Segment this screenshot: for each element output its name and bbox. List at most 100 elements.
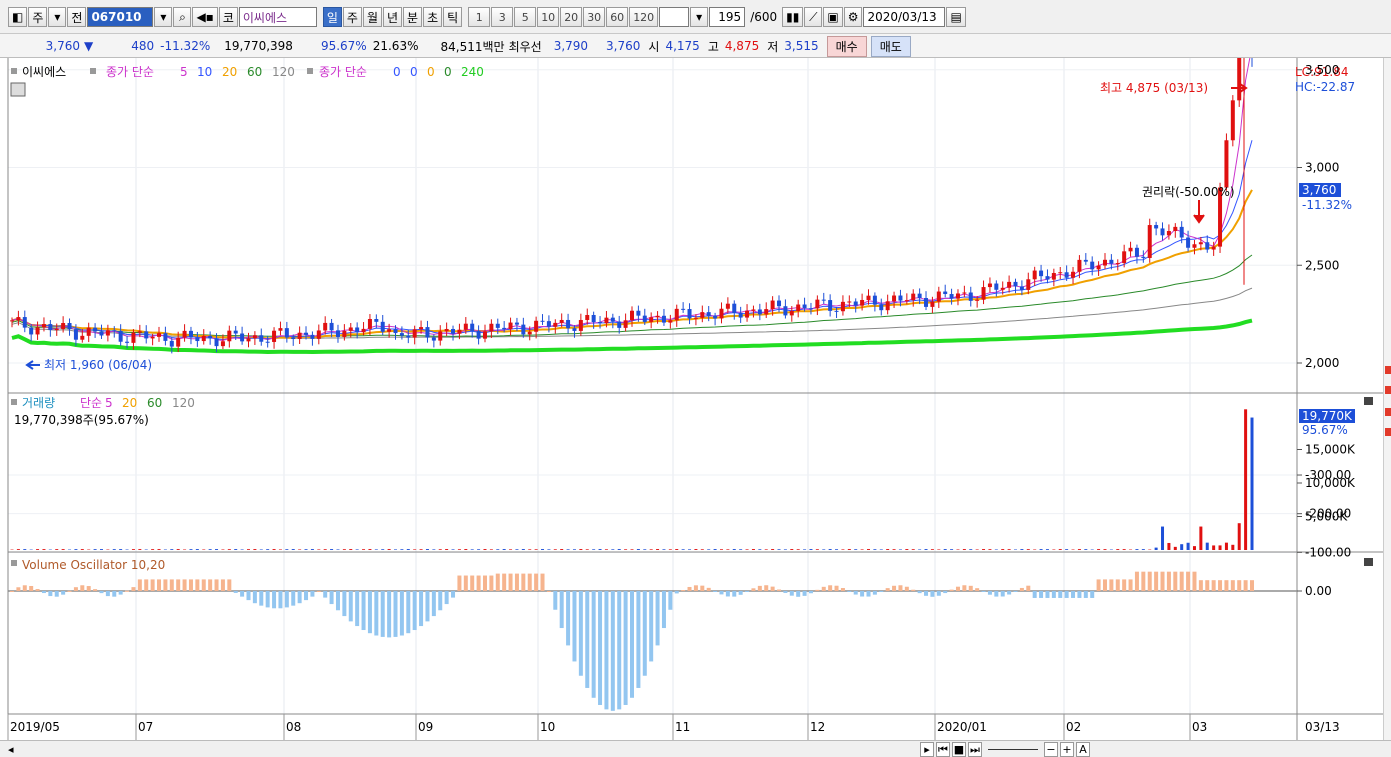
candle bbox=[316, 330, 321, 339]
volume-bar bbox=[61, 549, 65, 550]
save-icon[interactable]: ▣ bbox=[823, 7, 843, 27]
calendar-icon[interactable]: ▤ bbox=[946, 7, 966, 27]
period-button[interactable]: 주 bbox=[342, 7, 362, 27]
table-icon[interactable] bbox=[10, 82, 26, 97]
period-button[interactable]: 분 bbox=[403, 7, 423, 27]
stock-code-input[interactable]: 067010 bbox=[87, 7, 154, 27]
volume-bar bbox=[521, 549, 525, 550]
first-icon[interactable]: ⏮ bbox=[936, 742, 950, 757]
candle bbox=[1198, 242, 1203, 245]
interval-button[interactable]: 120 bbox=[629, 7, 659, 27]
stock-name-field[interactable]: 이씨에스 bbox=[238, 7, 317, 27]
period-button[interactable]: 초 bbox=[423, 7, 443, 27]
volume-bar bbox=[23, 549, 27, 550]
line-tool-icon[interactable]: ⟋ bbox=[804, 7, 823, 27]
oscillator-bar bbox=[1115, 579, 1120, 591]
interval-dropdown-icon[interactable]: ▾ bbox=[690, 7, 709, 27]
interval-button[interactable]: 5 bbox=[514, 7, 537, 27]
candle bbox=[860, 299, 865, 306]
candle bbox=[457, 329, 462, 334]
volume-bar bbox=[771, 549, 775, 550]
volume-bar bbox=[1192, 546, 1196, 550]
period-button[interactable]: 월 bbox=[362, 7, 382, 27]
volume-tag-text: 19,770K bbox=[1302, 409, 1353, 423]
interval-button[interactable]: 3 bbox=[491, 7, 514, 27]
scroll-left-icon[interactable]: ◂ bbox=[8, 743, 14, 756]
oscillator-bar bbox=[1007, 591, 1012, 595]
candle bbox=[1224, 140, 1229, 188]
market-button[interactable]: 코 bbox=[218, 7, 238, 27]
volume-bar bbox=[969, 549, 973, 550]
legend-item: 10 bbox=[197, 65, 212, 79]
volume-bar bbox=[208, 549, 212, 550]
oscillator-bar bbox=[157, 579, 162, 591]
buy-button[interactable]: 매수 bbox=[826, 35, 867, 57]
date-input[interactable]: 2020/03/13 bbox=[863, 7, 946, 27]
dropdown-icon[interactable]: ▾ bbox=[48, 7, 67, 27]
volume-bar bbox=[815, 549, 819, 550]
zoom-out-icon[interactable]: − bbox=[1044, 742, 1058, 757]
candle bbox=[994, 283, 999, 290]
candle bbox=[789, 310, 794, 316]
oscillator-bar bbox=[227, 579, 232, 591]
candle bbox=[904, 300, 909, 302]
candle bbox=[693, 317, 698, 319]
gear-icon[interactable]: ⚙ bbox=[843, 7, 863, 27]
last-icon[interactable]: ⏭ bbox=[968, 742, 982, 757]
speaker-icon[interactable]: ◀▪ bbox=[192, 7, 218, 27]
sell-button[interactable]: 매도 bbox=[870, 35, 911, 57]
toolbar: ◧ 주 ▾ 전 067010 ▾ ⌕ ◀▪ 코 이씨에스 일주월년분초틱 135… bbox=[0, 0, 1391, 34]
candle bbox=[930, 301, 935, 307]
oscillator-bar bbox=[885, 588, 890, 591]
interval-button[interactable]: 30 bbox=[583, 7, 606, 27]
right-side-panel bbox=[1383, 58, 1391, 740]
volume-bar bbox=[764, 549, 768, 550]
chart-compare-icon[interactable]: ▮▮ bbox=[782, 7, 804, 27]
volume-bar bbox=[1077, 549, 1081, 550]
chart-scrollbar[interactable]: ◂ ▸ ⏮ ■ ⏭ − + A bbox=[0, 740, 1391, 757]
oscillator-bar bbox=[872, 591, 877, 595]
oscillator-bar bbox=[943, 591, 948, 594]
interval-input[interactable] bbox=[659, 7, 690, 27]
oscillator-bar bbox=[105, 591, 110, 597]
oscillator-bar bbox=[1205, 580, 1210, 591]
interval-button[interactable]: 1 bbox=[468, 7, 491, 27]
volume-pane-close-icon[interactable] bbox=[1364, 397, 1373, 405]
stock-type-button[interactable]: 주 bbox=[28, 7, 48, 27]
interval-button[interactable]: 60 bbox=[606, 7, 629, 27]
oscillator-bar bbox=[272, 591, 277, 609]
zoom-slider[interactable] bbox=[988, 749, 1038, 750]
interval-button[interactable]: 10 bbox=[537, 7, 560, 27]
oscillator-bar bbox=[1173, 571, 1178, 591]
candle bbox=[808, 308, 813, 310]
chart-area[interactable]: 이씨에스 종가 단순 5 10 20 60 120 종가 단순 0 0 0 0 240 LC:91.8… bbox=[0, 58, 1383, 740]
period-button[interactable]: 일 bbox=[322, 7, 342, 27]
navigation-tools: ▸ ⏮ ■ ⏭ − + A bbox=[920, 741, 1090, 757]
candle bbox=[840, 301, 845, 312]
count-input[interactable]: 195 bbox=[709, 7, 746, 27]
font-icon[interactable]: A bbox=[1076, 742, 1090, 757]
play-icon[interactable]: ▸ bbox=[920, 742, 934, 757]
chart-type-button[interactable]: ◧ bbox=[8, 7, 28, 27]
oscillator-bar bbox=[278, 591, 283, 609]
volume-bar bbox=[374, 549, 378, 550]
oscillator-bar bbox=[617, 591, 622, 710]
candle bbox=[374, 319, 379, 322]
oscillator-pane-close-icon[interactable] bbox=[1364, 558, 1373, 566]
period-button[interactable]: 년 bbox=[383, 7, 403, 27]
period-button[interactable]: 틱 bbox=[443, 7, 463, 27]
oscillator-bar bbox=[431, 591, 436, 617]
zoom-in-icon[interactable]: + bbox=[1060, 742, 1074, 757]
candle bbox=[380, 321, 385, 332]
oscillator-bar bbox=[1051, 591, 1056, 598]
stop-icon[interactable]: ■ bbox=[952, 742, 966, 757]
candle bbox=[719, 308, 724, 319]
interval-button[interactable]: 20 bbox=[560, 7, 583, 27]
oscillator-bar bbox=[879, 591, 884, 592]
search-icon[interactable]: ⌕ bbox=[173, 7, 192, 27]
candle bbox=[1192, 244, 1197, 248]
code-dropdown-icon[interactable]: ▾ bbox=[154, 7, 173, 27]
all-button[interactable]: 전 bbox=[67, 7, 87, 27]
volume-ratio: 95.67% bbox=[320, 39, 367, 53]
volume-bar bbox=[668, 549, 672, 550]
